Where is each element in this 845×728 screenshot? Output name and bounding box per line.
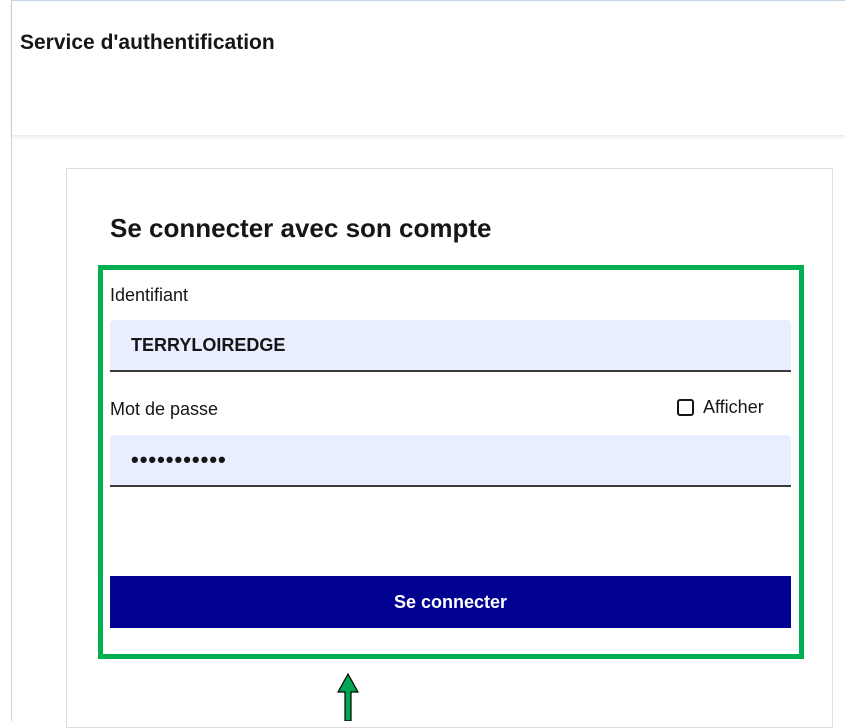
password-field[interactable]: ••••••••••• (110, 435, 791, 487)
show-password-toggle[interactable]: Afficher (677, 397, 764, 418)
username-field[interactable]: TERRYLOIREDGE (110, 320, 791, 372)
username-label: Identifiant (110, 285, 189, 305)
login-button[interactable]: Se connecter (110, 576, 791, 628)
username-value: TERRYLOIREDGE (131, 334, 286, 355)
site-header: Service d'authentification (12, 1, 845, 135)
show-password-checkbox[interactable] (677, 399, 694, 416)
password-label: Mot de passe (110, 399, 219, 419)
password-value: ••••••••••• (131, 447, 227, 472)
show-password-label[interactable]: Afficher (703, 397, 764, 418)
form-title: Se connecter avec son compte (110, 213, 492, 243)
up-arrow-icon (336, 672, 360, 721)
service-title: Service d'authentification (20, 31, 275, 54)
